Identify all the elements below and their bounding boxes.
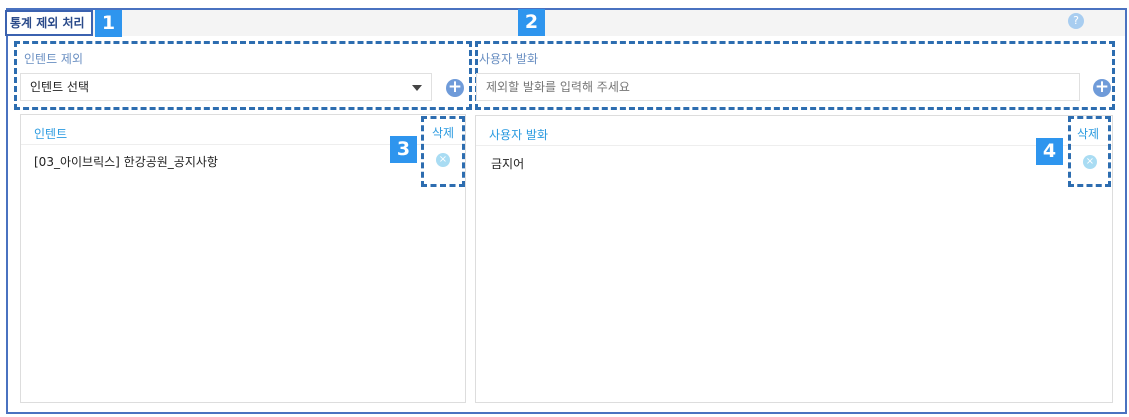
intent-column-header: 인텐트 bbox=[34, 127, 68, 141]
intent-select-value: 인텐트 선택 bbox=[30, 80, 90, 94]
help-icon[interactable]: ? bbox=[1068, 13, 1084, 29]
callout-box-4 bbox=[1068, 116, 1111, 187]
utterance-table: 사용자 발화 삭제 금지어 × bbox=[475, 115, 1113, 403]
panel-header bbox=[8, 10, 1125, 36]
chevron-down-icon bbox=[412, 85, 422, 91]
callout-badge-2: 2 bbox=[518, 9, 545, 36]
callout-box-3 bbox=[421, 116, 465, 187]
intent-exclude-label: 인텐트 제외 bbox=[24, 52, 84, 66]
intent-select[interactable]: 인텐트 선택 bbox=[20, 73, 432, 101]
callout-badge-3: 3 bbox=[390, 136, 417, 163]
utterance-exclude-label: 사용자 발화 bbox=[479, 52, 539, 66]
callout-badge-1: 1 bbox=[95, 10, 122, 37]
utterance-input[interactable] bbox=[476, 73, 1080, 101]
table-row: [03_아이브릭스] 한강공원_공지사항 bbox=[34, 155, 218, 169]
add-utterance-button[interactable]: + bbox=[1093, 79, 1111, 97]
add-intent-button[interactable]: + bbox=[446, 79, 464, 97]
utterance-column-header: 사용자 발화 bbox=[489, 128, 549, 142]
page-title: 통계 제외 처리 bbox=[5, 10, 93, 36]
header-divider bbox=[476, 145, 1112, 146]
callout-badge-4: 4 bbox=[1036, 138, 1063, 165]
table-row: 금지어 bbox=[491, 157, 525, 171]
